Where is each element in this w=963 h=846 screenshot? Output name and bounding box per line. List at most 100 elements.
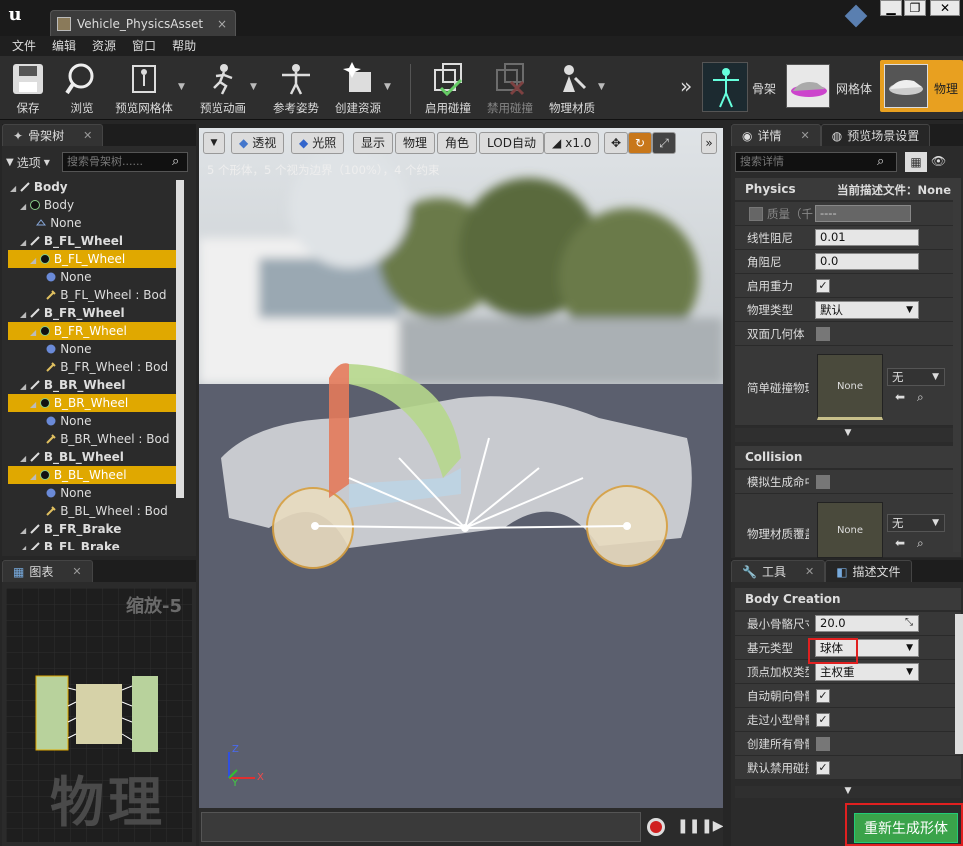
min-bone-size-field[interactable]: 20.0 [815,615,919,632]
tab-preview-scene-settings[interactable]: ◍ 预览场景设置 [820,124,931,146]
preview-animation-button[interactable]: 预览动画 [196,60,250,118]
viewport[interactable]: Z X Y ▼ ◆ 透视 ◆ 光照 显示 物理 角色 LOD自动 ◢ x1.0 ✥ ↻… [199,128,723,846]
document-tab[interactable]: Vehicle_PhysicsAsset × [50,10,236,36]
mesh-mode-label[interactable]: 网格体 [836,80,872,97]
expander-icon[interactable]: ◢ [30,256,36,265]
browse-search-icon[interactable]: ⌕ [917,536,924,551]
mass-field[interactable]: ---- [815,205,911,222]
use-selected-arrow-icon[interactable]: ⬅ [895,536,905,550]
save-button[interactable]: 保存 [8,60,48,118]
auto-orient-checkbox[interactable]: ✓ [816,689,830,703]
reference-pose-button[interactable]: 参考姿势 [268,60,324,118]
skeleton-mode-icon[interactable] [702,62,748,112]
graph-canvas[interactable]: 缩放-5 物理 [6,588,192,842]
expander-icon[interactable]: ◢ [30,400,36,409]
tree-row[interactable]: None [8,340,180,358]
tree-row[interactable]: ◢ Body [8,196,180,214]
phys-material-thumbnail[interactable]: None [817,502,883,558]
minimize-button[interactable]: ▁ [880,0,902,16]
perspective-button[interactable]: ◆ 透视 [231,132,285,154]
expander-icon[interactable] [30,220,33,229]
phys-material-override-dropdown[interactable]: 无 ▼ [887,514,945,532]
expander-icon[interactable] [40,418,43,427]
tree-row[interactable]: B_BR_Wheel : Bod [8,430,180,448]
double-sided-checkbox[interactable] [816,327,830,341]
options-button[interactable]: ▼ 选项 ▼ [6,152,50,172]
close-icon[interactable]: ✕ [801,129,810,142]
menu-file[interactable]: 文件 [4,36,44,56]
menu-window[interactable]: 窗口 [124,36,164,56]
speed-button[interactable]: ◢ x1.0 [544,132,600,154]
details-search-input[interactable]: 搜索详情 [735,152,897,172]
physics-button[interactable]: 物理 [395,132,436,154]
expander-icon[interactable] [40,292,43,301]
tab-skeleton-tree[interactable]: ✦ 骨架树 ✕ [2,124,104,146]
mesh-mode-icon[interactable] [786,64,830,108]
tree-row[interactable]: ◢ B_FL_Wheel [8,232,180,250]
grid-view-icon[interactable]: ▦ [905,152,927,172]
tree-row[interactable]: None [8,484,180,502]
restore-button[interactable]: ❐ [904,0,926,16]
character-button[interactable]: 角色 [437,132,478,154]
overflow-chevron-icon[interactable]: » [680,74,692,98]
create-all-checkbox[interactable] [816,737,830,751]
rotate-mode-icon[interactable]: ↻ [628,132,652,154]
expander-icon[interactable]: ◢ [20,382,26,391]
tab-profiles[interactable]: ◧ 描述文件 [825,560,912,582]
browse-search-icon[interactable]: ⌕ [917,390,924,405]
tab-tools[interactable]: 🔧 工具 ✕ [731,560,826,582]
browse-button[interactable]: 浏览 [62,60,102,118]
expander-icon[interactable]: ◢ [20,202,26,211]
preview-animation-dropdown-icon[interactable]: ▼ [250,82,257,92]
expander-icon[interactable] [40,274,43,283]
play-icon[interactable]: ❚▶ [701,818,723,834]
expander-icon[interactable] [40,364,43,373]
tree-row[interactable]: ◢ B_BR_Wheel [8,394,180,412]
create-asset-button[interactable]: 创建资源 [330,60,386,118]
viewport-options-button[interactable]: ▼ [203,132,225,154]
tree-row[interactable]: ◢ B_FL_Wheel [8,250,180,268]
physics-type-dropdown[interactable]: 默认 ▼ [815,301,919,319]
translate-mode-icon[interactable]: ✥ [604,132,628,154]
vertex-weight-dropdown[interactable]: 主权重 ▼ [815,663,919,681]
close-icon[interactable]: ✕ [72,565,81,578]
timeline-scrubber[interactable] [201,812,641,842]
preview-mesh-dropdown-icon[interactable]: ▼ [178,82,185,92]
default-disable-collision-checkbox[interactable]: ✓ [816,761,830,775]
show-button[interactable]: 显示 [353,132,394,154]
pause-icon[interactable]: ❚❚ [677,818,700,834]
expand-advanced-icon[interactable]: ▼ [735,786,961,798]
expander-icon[interactable] [40,346,43,355]
preview-mesh-button[interactable]: 预览网格体 [112,60,176,118]
expander-icon[interactable] [40,436,43,445]
lit-button[interactable]: ◆ 光照 [291,132,345,154]
body-creation-header[interactable]: Body Creation [735,588,961,610]
viewport-overflow-icon[interactable]: » [701,132,717,154]
expander-icon[interactable]: ◢ [20,544,26,550]
expander-icon[interactable]: ◢ [10,184,16,193]
tree-row[interactable]: ◢ B_FL_Brake [8,538,180,550]
enable-gravity-checkbox[interactable]: ✓ [816,279,830,293]
record-icon[interactable] [647,818,665,836]
close-icon[interactable]: ✕ [83,129,92,142]
expander-icon[interactable]: ◢ [20,310,26,319]
tree-row[interactable]: ◢ B_BR_Wheel [8,376,180,394]
eye-icon[interactable]: 👁 [931,154,946,168]
skeleton-mode-label[interactable]: 骨架 [752,80,776,97]
create-asset-dropdown-icon[interactable]: ▼ [384,82,391,92]
use-selected-arrow-icon[interactable]: ⬅ [895,390,905,404]
expander-icon[interactable]: ◢ [30,328,36,337]
disable-collision-button[interactable]: 禁用碰撞 [482,60,538,118]
expander-icon[interactable]: ◢ [20,526,26,535]
expander-icon[interactable] [40,508,43,517]
expander-icon[interactable]: ◢ [20,238,26,247]
sim-generates-hit-checkbox[interactable] [816,475,830,489]
walk-small-checkbox[interactable]: ✓ [816,713,830,727]
menu-edit[interactable]: 编辑 [44,36,84,56]
tree-row[interactable]: ◢ B_FR_Wheel [8,322,180,340]
angular-damping-field[interactable]: 0.0 [815,253,919,270]
regenerate-bodies-button[interactable]: 重新生成形体 [854,813,958,843]
tree-row[interactable]: ◢ B_BL_Wheel [8,466,180,484]
tree-row[interactable]: None [8,214,180,232]
scale-mode-icon[interactable]: ⤢ [652,132,676,154]
